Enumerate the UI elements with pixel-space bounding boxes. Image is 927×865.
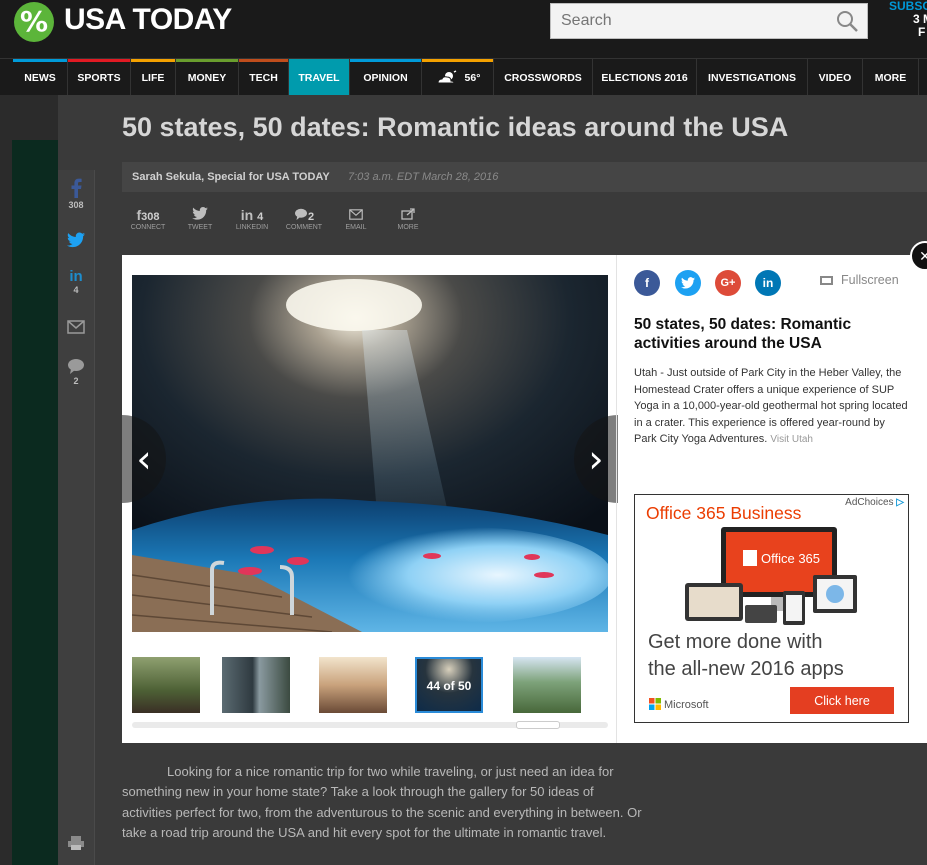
nav-sports[interactable]: SPORTS bbox=[68, 59, 131, 96]
article-body: Looking for a nice romantic trip for two… bbox=[122, 764, 642, 840]
brand-logo-icon[interactable]: % bbox=[14, 2, 54, 42]
fullscreen-icon bbox=[820, 276, 833, 285]
gallery-google-plus-button[interactable]: G+ bbox=[715, 270, 741, 296]
nav-crosswords[interactable]: CROSSWORDS bbox=[494, 59, 593, 96]
nav-video[interactable]: VIDEO bbox=[808, 59, 863, 96]
brand-name[interactable]: USA TODAY bbox=[64, 3, 232, 37]
thumbnail-scroll-handle[interactable] bbox=[516, 721, 560, 729]
close-icon: ✕ bbox=[919, 247, 927, 264]
thumbnail-scrollbar[interactable] bbox=[132, 721, 608, 729]
share-comment-button[interactable]: 2 COMMENT bbox=[278, 206, 330, 231]
search-box bbox=[550, 3, 868, 39]
facebook-icon: f bbox=[645, 276, 649, 290]
nav-money[interactable]: MONEY bbox=[176, 59, 239, 96]
share-facebook-button[interactable]: f308 CONNECT bbox=[122, 206, 174, 231]
sidebar-linkedin-button[interactable]: in 4 bbox=[58, 268, 94, 295]
gallery-thumbnail[interactable] bbox=[319, 657, 387, 713]
byline-bar: Sarah Sekula, Special for USA TODAY 7:03… bbox=[122, 162, 927, 192]
chevron-right-icon: › bbox=[588, 437, 604, 481]
gallery-main-photo[interactable] bbox=[132, 275, 608, 632]
top-bar: % USA TODAY SUBSC 3 M F bbox=[0, 0, 927, 58]
main-nav: NEWS SPORTS LIFE MONEY TECH TRAVEL OPINI… bbox=[0, 58, 927, 96]
office365-ad[interactable]: AdChoices ▷ Office 365 Business Office 3… bbox=[634, 494, 909, 723]
nav-weather[interactable]: 56° bbox=[422, 59, 494, 96]
publish-timestamp: 7:03 a.m. EDT March 28, 2016 bbox=[348, 171, 499, 183]
ad-title: Office 365 Business bbox=[646, 503, 802, 523]
nav-more[interactable]: MORE bbox=[863, 59, 919, 96]
ad-tagline: Get more done with the all-new 2016 apps bbox=[648, 631, 844, 680]
linkedin-icon: in bbox=[762, 276, 774, 290]
microsoft-logo-icon bbox=[649, 698, 661, 710]
gallery-thumbnail[interactable] bbox=[222, 657, 290, 713]
google-plus-icon: G+ bbox=[720, 277, 736, 289]
sidebar-comment-button[interactable]: 2 bbox=[58, 358, 94, 386]
gallery-caption-title: 50 states, 50 dates: Romantic activities… bbox=[634, 316, 852, 352]
sidebar-twitter-button[interactable] bbox=[58, 232, 94, 250]
gallery-thumbnail-selected[interactable]: 44 of 50 bbox=[415, 657, 483, 713]
share-more-button[interactable]: MORE bbox=[382, 206, 434, 231]
gallery-thumbnail[interactable] bbox=[132, 657, 200, 713]
modal-divider bbox=[616, 255, 617, 743]
search-icon[interactable] bbox=[835, 9, 859, 33]
share-linkedin-button[interactable]: in 4 LINKEDIN bbox=[226, 206, 278, 231]
twitter-icon bbox=[681, 277, 695, 289]
author-byline: Sarah Sekula, Special for USA TODAY bbox=[132, 171, 330, 183]
nav-news[interactable]: NEWS bbox=[13, 59, 68, 96]
share-twitter-button[interactable]: TWEET bbox=[174, 206, 226, 231]
share-icon bbox=[401, 208, 415, 220]
article-headline: 50 states, 50 dates: Romantic ideas arou… bbox=[122, 112, 789, 142]
nav-investigations[interactable]: INVESTIGATIONS bbox=[697, 59, 808, 96]
search-input[interactable] bbox=[551, 4, 831, 38]
adchoices-icon: ▷ bbox=[896, 497, 904, 508]
nav-travel[interactable]: TRAVEL bbox=[289, 59, 350, 96]
microsoft-brand: Microsoft bbox=[649, 698, 709, 711]
share-sidebar: 308 in 4 2 bbox=[58, 170, 95, 865]
email-icon bbox=[67, 320, 85, 334]
linkedin-icon: in bbox=[240, 207, 258, 223]
share-email-button[interactable]: EMAIL bbox=[330, 206, 382, 231]
sidebar-facebook-button[interactable]: 308 bbox=[58, 178, 94, 210]
ad-devices-illustration: Office 365 bbox=[685, 527, 857, 625]
nav-life[interactable]: LIFE bbox=[131, 59, 176, 96]
gallery-caption: Utah - Just outside of Park City in the … bbox=[634, 367, 908, 445]
gallery-thumbnail[interactable] bbox=[513, 657, 581, 713]
sidebar-email-button[interactable] bbox=[58, 320, 94, 336]
nav-opinion[interactable]: OPINION bbox=[350, 59, 422, 96]
gallery-counter: 44 of 50 bbox=[426, 679, 472, 693]
linkedin-icon: in bbox=[69, 268, 83, 285]
gallery-linkedin-button[interactable]: in bbox=[755, 270, 781, 296]
ad-product-name: Office 365 bbox=[761, 551, 820, 566]
gallery-twitter-button[interactable] bbox=[675, 270, 701, 296]
comment-icon bbox=[294, 208, 307, 220]
ad-cta-button[interactable]: Click here bbox=[790, 687, 894, 714]
crater-photo bbox=[132, 275, 608, 632]
comment-icon bbox=[68, 359, 84, 374]
nav-elections-2016[interactable]: ELECTIONS 2016 bbox=[593, 59, 697, 96]
photo-credit: Visit Utah bbox=[770, 434, 813, 445]
adchoices-link[interactable]: AdChoices ▷ bbox=[845, 497, 904, 508]
twitter-icon bbox=[67, 232, 85, 248]
left-ad-strip bbox=[12, 140, 58, 865]
print-icon[interactable] bbox=[68, 836, 84, 850]
chevron-left-icon: ‹ bbox=[136, 437, 152, 481]
fullscreen-button[interactable]: Fullscreen bbox=[820, 273, 899, 287]
gallery-thumbnails: 44 of 50 bbox=[132, 657, 608, 717]
twitter-icon bbox=[192, 207, 208, 220]
nav-tech[interactable]: TECH bbox=[239, 59, 289, 96]
gallery-facebook-button[interactable]: f bbox=[634, 270, 660, 296]
facebook-icon bbox=[71, 178, 82, 198]
subscribe-link[interactable]: SUBSC 3 M F bbox=[889, 0, 927, 39]
email-icon bbox=[349, 209, 363, 220]
weather-icon bbox=[437, 69, 456, 83]
gallery-modal: ‹ › 44 of 50 f G+ in Fullscreen 50 state… bbox=[122, 255, 927, 743]
